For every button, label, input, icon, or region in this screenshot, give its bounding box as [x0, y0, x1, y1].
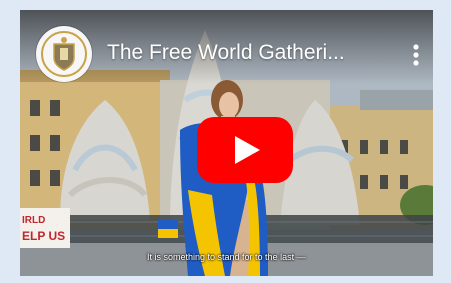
- more-options-button[interactable]: [406, 38, 426, 72]
- more-vertical-icon: [413, 44, 419, 66]
- channel-avatar[interactable]: [36, 26, 92, 82]
- banner-line2: ELP US: [22, 229, 65, 243]
- video-embed[interactable]: IRLD ELP US The Free World Gatheri... It…: [20, 10, 433, 276]
- video-title[interactable]: The Free World Gatheri...: [107, 40, 387, 66]
- banner-line1: IRLD: [22, 215, 45, 226]
- channel-crest-icon: [37, 27, 91, 81]
- play-button[interactable]: [197, 117, 293, 183]
- woman-face: [219, 92, 239, 118]
- subtitle-caption: It is something to stand for to the last…: [147, 252, 306, 262]
- youtube-play-icon: [197, 117, 293, 183]
